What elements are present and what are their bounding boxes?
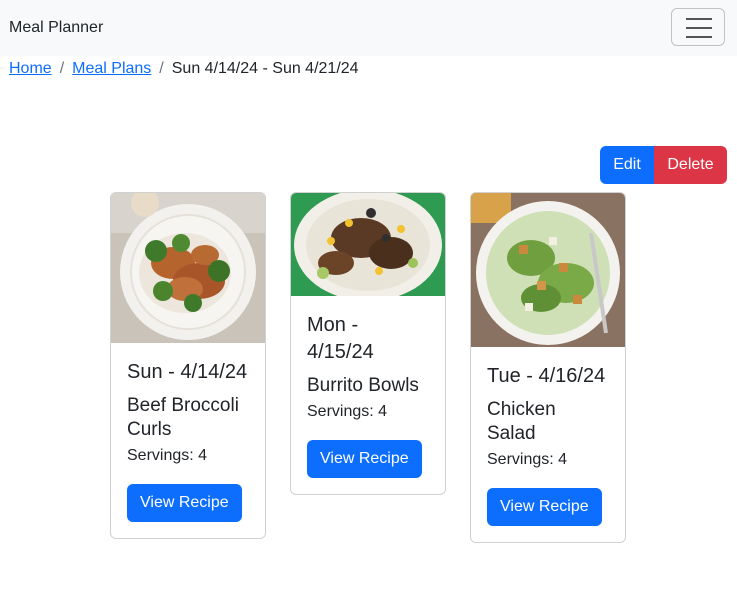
card-recipe-name: Burrito Bowls: [307, 375, 419, 396]
card-day-title: Tue - 4/16/24: [487, 365, 606, 387]
card-servings: Servings: 4: [127, 447, 208, 464]
meal-card-tuesday: Tue - 4/16/24 Chicken Salad Servings: 4 …: [470, 192, 626, 543]
navbar-toggler-button[interactable]: [671, 8, 725, 46]
navbar: Meal Planner: [0, 0, 737, 56]
meal-card-sunday: Sun - 4/14/24 Beef Broccoli Curls Servin…: [110, 192, 266, 539]
card-day-title: Sun - 4/14/24: [127, 361, 248, 383]
card-servings: Servings: 4: [307, 403, 388, 420]
hamburger-menu-icon: [686, 18, 712, 38]
beef-broccoli-photo: [111, 193, 265, 343]
breadcrumb-separator: /: [59, 60, 65, 77]
view-recipe-button[interactable]: View Recipe: [487, 488, 602, 526]
breadcrumb-home-link[interactable]: Home: [9, 60, 52, 77]
view-recipe-button[interactable]: View Recipe: [307, 440, 422, 478]
edit-button[interactable]: Edit: [600, 146, 654, 184]
card-servings: Servings: 4: [487, 451, 568, 468]
navbar-brand[interactable]: Meal Planner: [9, 18, 103, 38]
card-body: Mon - 4/15/24 Burrito Bowls Servings: 4 …: [291, 296, 445, 494]
burrito-bowl-photo: [291, 193, 445, 296]
card-body: Tue - 4/16/24 Chicken Salad Servings: 4 …: [471, 347, 625, 542]
card-recipe-name: Chicken Salad: [487, 399, 556, 444]
breadcrumb: Home / Meal Plans / Sun 4/14/24 - Sun 4/21/2…: [9, 59, 359, 79]
breadcrumb-meal-plans-link[interactable]: Meal Plans: [72, 60, 151, 77]
breadcrumb-current: Sun 4/14/24 - Sun 4/21/24: [171, 60, 359, 77]
card-recipe-name: Beef Broccoli Curls: [127, 395, 239, 440]
card-day-title: Mon - 4/15/24: [307, 314, 374, 363]
delete-button[interactable]: Delete: [654, 146, 727, 184]
breadcrumb-separator: /: [159, 60, 164, 77]
meal-card-monday: Mon - 4/15/24 Burrito Bowls Servings: 4 …: [290, 192, 446, 495]
chicken-salad-photo: [471, 193, 625, 347]
view-recipe-button[interactable]: View Recipe: [127, 484, 242, 522]
card-body: Sun - 4/14/24 Beef Broccoli Curls Servin…: [111, 343, 265, 538]
